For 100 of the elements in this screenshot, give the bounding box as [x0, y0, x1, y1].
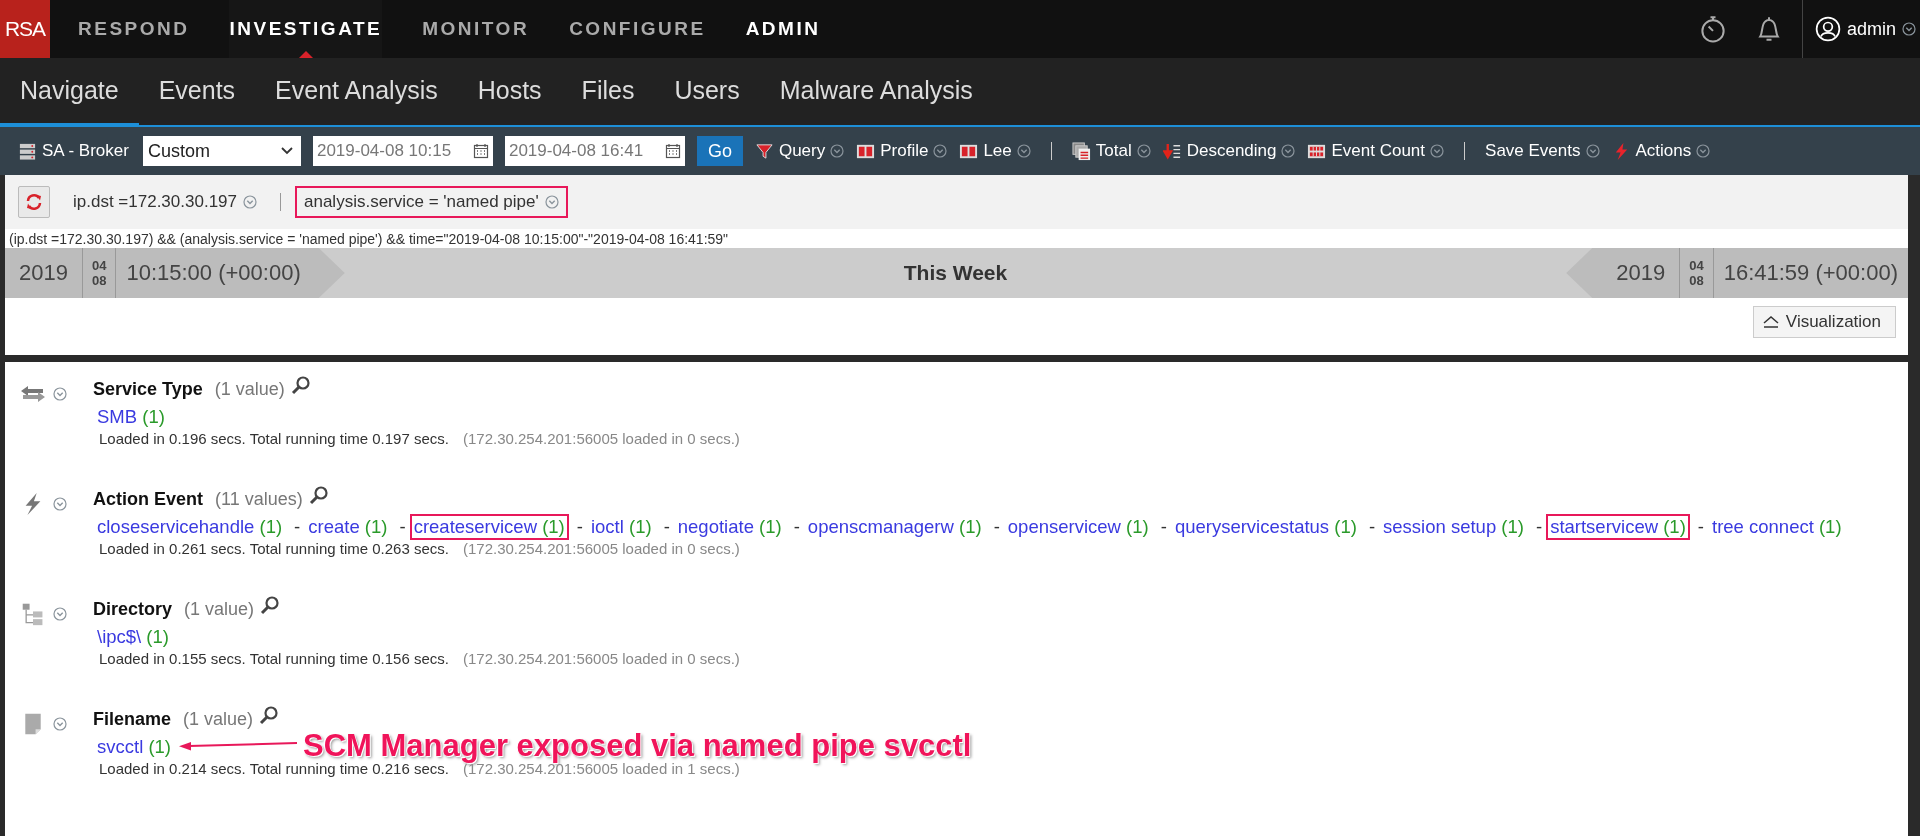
- refresh-icon: [24, 192, 44, 212]
- value-link[interactable]: closeservicehandle (1): [93, 514, 287, 540]
- user-menu[interactable]: admin: [1814, 16, 1916, 42]
- separator: -: [576, 516, 583, 538]
- time-range-dropdown[interactable]: Custom: [142, 136, 301, 166]
- separator: -: [793, 516, 800, 538]
- value-count: (1 value): [183, 708, 254, 730]
- caret-icon: [53, 497, 67, 511]
- search-icon[interactable]: [260, 595, 281, 615]
- section-title: Directory: [93, 598, 173, 620]
- load-time-text: Loaded in 0.196 secs. Total running time 0.197 secs.: [99, 430, 449, 447]
- toolbar-menu[interactable]: Profile: [856, 141, 948, 161]
- start-year: 2019: [18, 260, 69, 286]
- server-icon: [18, 141, 37, 161]
- value-link[interactable]: svcctl (1): [93, 734, 175, 760]
- service-selector[interactable]: SA - Broker: [18, 141, 129, 161]
- nav-item[interactable]: RESPOND: [78, 0, 190, 58]
- value-link[interactable]: ioctl (1): [586, 514, 656, 540]
- filter-chip[interactable]: analysis.service = 'named pipe': [295, 186, 568, 218]
- search-icon[interactable]: [290, 375, 311, 395]
- tab[interactable]: Events: [138, 58, 256, 127]
- calendar-icon: [664, 143, 681, 159]
- caret-icon: [53, 607, 67, 621]
- caret-icon: [544, 195, 559, 209]
- toolbar-menu[interactable]: Descending: [1162, 141, 1296, 161]
- start-month: 04: [91, 258, 107, 273]
- value-link[interactable]: \ipc$\ (1): [93, 624, 173, 650]
- caret-icon: [830, 144, 845, 158]
- tab[interactable]: Hosts: [457, 58, 562, 127]
- nav-item[interactable]: MONITOR: [422, 0, 530, 58]
- chevron-down-icon: [280, 147, 293, 155]
- value-count: (11 values): [215, 488, 303, 510]
- source-load-text: (172.30.254.201:56005 loaded in 0 secs.): [462, 540, 740, 557]
- caret-icon: [243, 195, 257, 209]
- end-day: 08: [1689, 273, 1704, 288]
- value-count: (1 value): [184, 598, 255, 620]
- calendar-icon: [472, 143, 489, 159]
- collapse-icon: [1761, 315, 1780, 329]
- value-link[interactable]: SMB (1): [93, 404, 169, 430]
- search-icon[interactable]: [259, 705, 280, 725]
- value-link[interactable]: session setup (1): [1379, 514, 1528, 540]
- tab[interactable]: Malware Analysis: [759, 58, 993, 127]
- end-year: 2019: [1615, 260, 1667, 286]
- caret-icon: [933, 144, 948, 158]
- caret-icon: [1281, 144, 1296, 158]
- value-link[interactable]: negotiate (1): [673, 514, 786, 540]
- nav-item[interactable]: INVESTIGATE: [229, 0, 383, 58]
- search-icon[interactable]: [308, 485, 329, 505]
- separator: -: [399, 516, 406, 538]
- caret-icon: [53, 717, 67, 731]
- value-link[interactable]: createservicew (1): [409, 514, 569, 540]
- toolbar-menu[interactable]: Event Count: [1307, 141, 1445, 161]
- tab[interactable]: Files: [561, 58, 655, 127]
- filter-chip[interactable]: ip.dst =172.30.30.197: [64, 186, 266, 218]
- value-link[interactable]: tree connect (1): [1708, 514, 1846, 540]
- end-time: 16:41:59 (+00:00): [1722, 260, 1899, 286]
- value-count: (1 value): [214, 378, 285, 400]
- refresh-button[interactable]: [18, 186, 50, 218]
- separator: -: [993, 516, 1000, 538]
- caret-icon: [1136, 144, 1151, 158]
- source-load-text: (172.30.254.201:56005 loaded in 0 secs.): [462, 430, 740, 447]
- caret-icon: [1696, 144, 1711, 158]
- stack-icon: [1071, 141, 1091, 161]
- date-field[interactable]: 2019-04-08 10:15: [312, 136, 493, 166]
- nav-item[interactable]: CONFIGURE: [569, 0, 706, 58]
- separator: -: [1535, 516, 1543, 538]
- tab[interactable]: Event Analysis: [255, 58, 458, 127]
- date-field[interactable]: 2019-04-08 16:41: [504, 136, 685, 166]
- section-title: Action Event: [93, 488, 203, 510]
- caret-icon: [53, 387, 67, 401]
- user-icon: [1814, 16, 1841, 42]
- visualization-button[interactable]: Visualization: [1752, 306, 1896, 338]
- start-day: 08: [91, 273, 107, 288]
- toolbar-menu[interactable]: Save Events: [1485, 141, 1600, 161]
- value-link[interactable]: queryservicestatus (1): [1170, 514, 1361, 540]
- source-load-text: (172.30.254.201:56005 loaded in 0 secs.): [462, 650, 740, 667]
- toolbar-menu[interactable]: Lee: [959, 141, 1031, 161]
- section-title: Filename: [93, 708, 172, 730]
- value-link[interactable]: startservicew (1): [1546, 514, 1690, 540]
- go-button[interactable]: Go: [696, 136, 743, 166]
- toolbar-menu[interactable]: Actions: [1611, 141, 1711, 161]
- caret-icon: [1585, 144, 1600, 158]
- value-link[interactable]: create (1): [304, 514, 392, 540]
- separator: -: [1697, 516, 1704, 538]
- section-title: Service Type: [93, 378, 203, 400]
- nav-item[interactable]: ADMIN: [745, 0, 821, 58]
- value-link[interactable]: openservicew (1): [1003, 514, 1153, 540]
- query-text: (ip.dst =172.30.30.197) && (analysis.service = 'named pipe') && time="2019-04-08 10:15:00"-"2019-04-08 16:41:59": [5, 229, 1908, 248]
- start-time: 10:15:00 (+00:00): [125, 260, 302, 286]
- toolbar-menu[interactable]: Total: [1071, 141, 1151, 161]
- caret-icon: [1430, 144, 1445, 158]
- load-time-text: Loaded in 0.261 secs. Total running time 0.263 secs.: [99, 540, 449, 557]
- toolbar-menu[interactable]: Query: [754, 141, 845, 161]
- end-month: 04: [1689, 258, 1704, 273]
- caret-icon: [1902, 22, 1916, 36]
- load-time-text: Loaded in 0.155 secs. Total running time 0.156 secs.: [99, 650, 449, 667]
- load-time-text: Loaded in 0.214 secs. Total running time 0.216 secs.: [99, 760, 449, 777]
- tab[interactable]: Users: [654, 58, 760, 127]
- value-link[interactable]: openscmanagerw (1): [803, 514, 986, 540]
- logo[interactable]: RSA: [0, 0, 50, 58]
